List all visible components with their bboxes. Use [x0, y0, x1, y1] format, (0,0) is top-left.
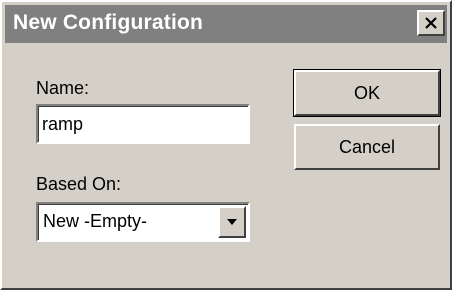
close-button[interactable]	[417, 10, 445, 36]
based-on-dropdown-button[interactable]	[218, 206, 246, 238]
new-configuration-dialog: New Configuration Name: Based On: New -E…	[0, 0, 452, 290]
window-title: New Configuration	[13, 11, 204, 34]
chevron-down-icon	[227, 219, 237, 225]
based-on-label: Based On:	[36, 174, 122, 194]
close-icon	[425, 17, 437, 29]
based-on-select[interactable]: New -Empty-	[36, 202, 250, 242]
name-label: Name:	[36, 78, 90, 98]
based-on-value: New -Empty-	[43, 211, 148, 231]
ok-button[interactable]: OK	[293, 69, 441, 117]
cancel-button[interactable]: Cancel	[294, 124, 440, 170]
name-field[interactable]	[36, 104, 250, 144]
title-bar[interactable]: New Configuration	[5, 5, 447, 43]
name-input[interactable]	[42, 110, 242, 138]
